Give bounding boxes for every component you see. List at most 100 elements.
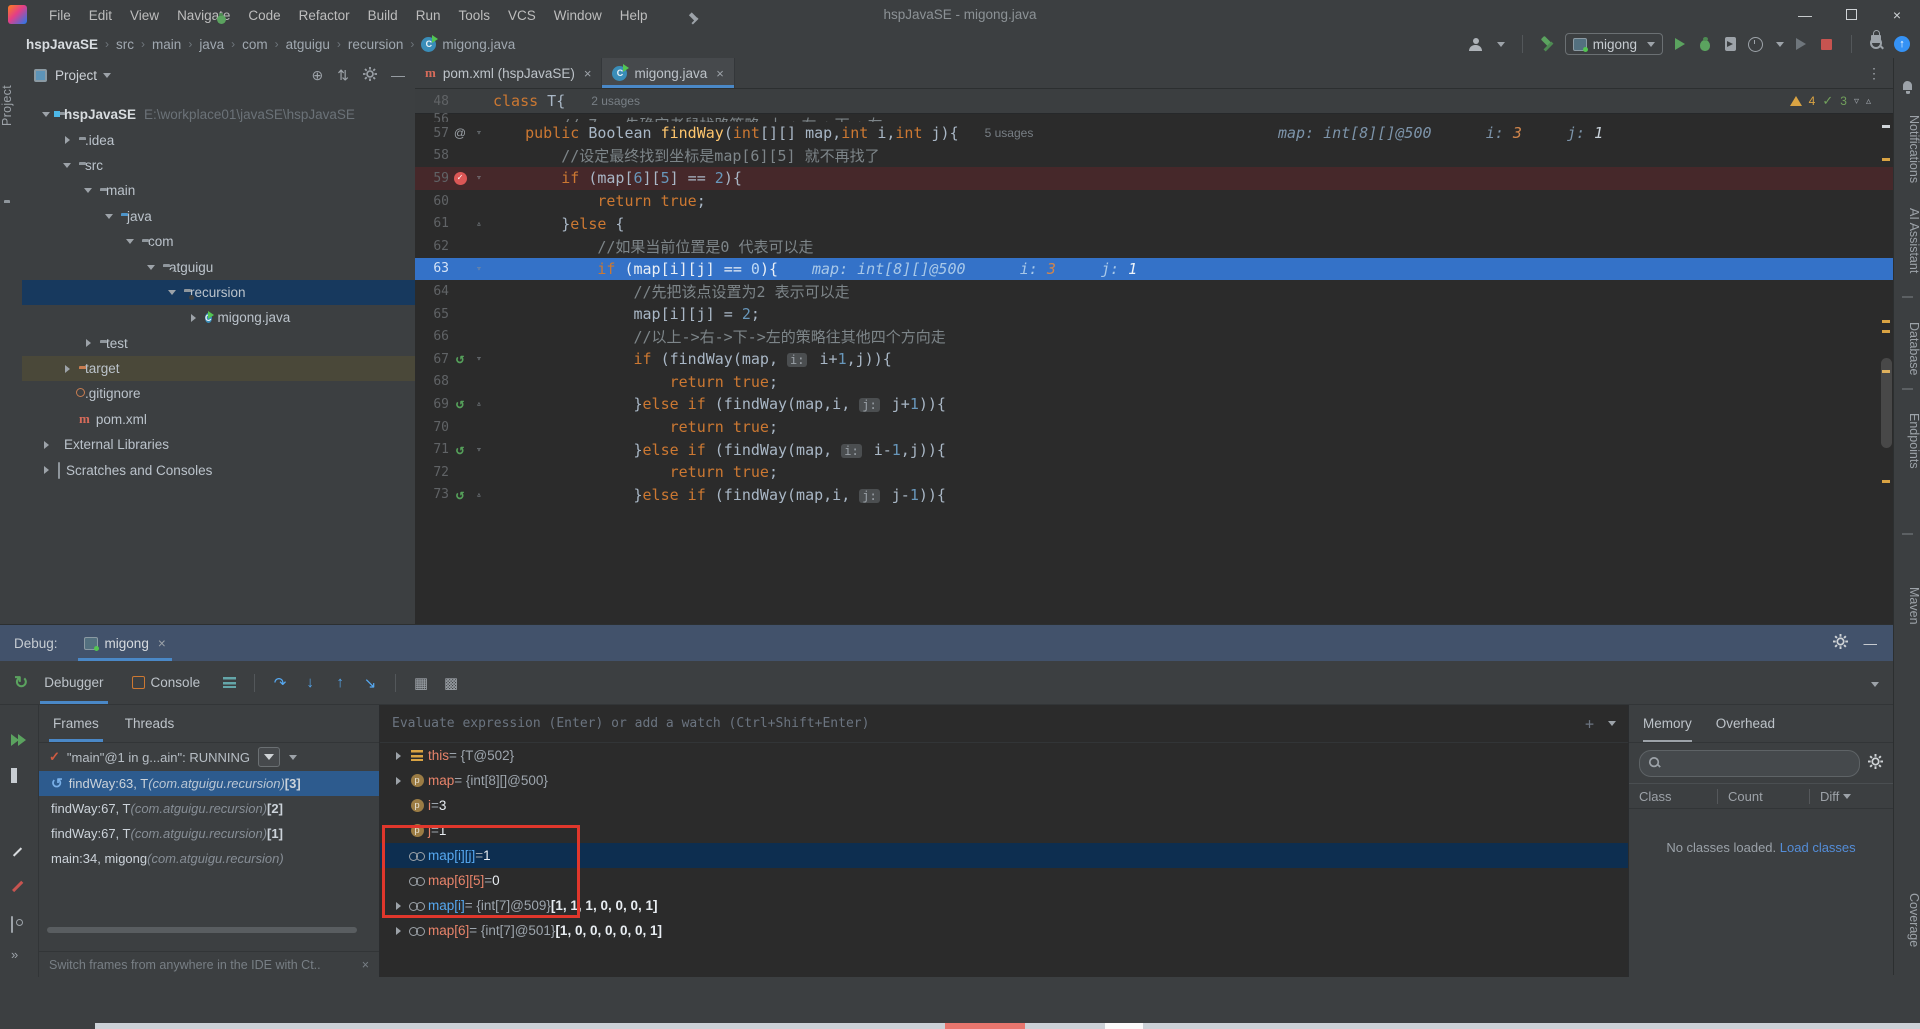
lock-icon[interactable] bbox=[1871, 35, 1881, 43]
hide-frames-filter-icon[interactable] bbox=[258, 747, 280, 767]
tool-button-project[interactable]: Project bbox=[0, 70, 22, 140]
hide-debug-panel-icon[interactable]: — bbox=[1864, 636, 1878, 651]
chevron-down-icon[interactable] bbox=[61, 163, 73, 168]
gutter[interactable]: 62 bbox=[415, 239, 489, 254]
ide-update-icon[interactable]: ↑ bbox=[1894, 36, 1910, 52]
column-diff[interactable]: Diff bbox=[1809, 789, 1893, 804]
tree-item-idea[interactable]: .idea bbox=[22, 127, 415, 152]
chevron-right-icon[interactable] bbox=[40, 441, 52, 449]
evaluate-expression-icon[interactable]: ▦ bbox=[408, 670, 434, 696]
tab-debugger[interactable]: Debugger bbox=[32, 661, 115, 704]
code-line-72[interactable]: 72 return true; bbox=[415, 461, 1893, 484]
gutter[interactable]: 66 bbox=[415, 329, 489, 344]
maximize-button[interactable] bbox=[1828, 0, 1874, 30]
tree-item-migongjava[interactable]: Cmigong.java bbox=[22, 305, 415, 330]
code-line-67[interactable]: 67↺▿ if (findWay(map, i: i+1,j)){ bbox=[415, 348, 1893, 371]
profiler-button[interactable] bbox=[1747, 36, 1763, 52]
code-line-56[interactable]: 56 // 7 : 先确定老鼠找路策略 上->右->下->左 bbox=[415, 112, 1893, 122]
memory-search-field[interactable] bbox=[1666, 755, 1851, 772]
fold-marker-icon[interactable]: ▿ bbox=[471, 264, 487, 274]
gutter[interactable]: 56 bbox=[415, 112, 489, 122]
build-hammer-icon[interactable] bbox=[1540, 36, 1556, 52]
gutter[interactable]: 57@▿ bbox=[415, 126, 489, 141]
tree-item-gitignore[interactable]: .gitignore bbox=[22, 381, 415, 406]
view-options-icon[interactable]: ▩ bbox=[438, 670, 464, 696]
breadcrumb-item[interactable]: atguigu bbox=[286, 37, 330, 52]
tool-button-endpoints[interactable]: Endpoints bbox=[1894, 398, 1920, 484]
menu-navigate[interactable]: Navigate bbox=[168, 8, 239, 23]
restore-layout-icon[interactable] bbox=[1867, 675, 1893, 690]
resume-button-disabled[interactable] bbox=[1793, 36, 1809, 52]
tree-item-main[interactable]: main bbox=[22, 178, 415, 203]
tree-item-java[interactable]: java bbox=[22, 204, 415, 229]
memory-table-header[interactable]: Class Count Diff bbox=[1629, 783, 1893, 809]
breakpoint-icon[interactable]: ✓ bbox=[449, 172, 471, 185]
user-dropdown-icon[interactable] bbox=[1497, 42, 1505, 47]
gutter[interactable]: 60 bbox=[415, 194, 489, 209]
code-line-61[interactable]: 61▵ }else { bbox=[415, 212, 1893, 235]
prev-problem-icon[interactable]: ▵ bbox=[1866, 96, 1871, 107]
frame-row[interactable]: findWay:67, T (com.atguigu.recursion) [2… bbox=[39, 796, 379, 821]
menu-code[interactable]: Code bbox=[239, 8, 289, 23]
editor-scrollbar[interactable] bbox=[1881, 358, 1892, 448]
menu-file[interactable]: File bbox=[40, 8, 80, 23]
chevron-down-icon[interactable] bbox=[145, 265, 157, 270]
tree-item-src[interactable]: src bbox=[22, 153, 415, 178]
run-to-cursor-icon[interactable]: ↘ bbox=[357, 670, 383, 696]
code-line-66[interactable]: 66 //以上->右->下->左的策略往其他四个方向走 bbox=[415, 325, 1893, 348]
menu-build[interactable]: Build bbox=[359, 8, 407, 23]
debug-button[interactable] bbox=[1697, 36, 1713, 52]
tree-item-ExternalLibraries[interactable]: External Libraries bbox=[22, 432, 415, 457]
sticky-line[interactable]: 48 class T{ 2 usages 4 ✓ 3 ▿ ▵ bbox=[415, 89, 1893, 114]
locate-file-icon[interactable]: ⊕ bbox=[312, 67, 324, 84]
gutter[interactable]: 71↺▿ bbox=[415, 442, 489, 458]
breadcrumb-item[interactable]: java bbox=[199, 37, 224, 52]
pause-program-icon[interactable] bbox=[11, 768, 17, 783]
gutter[interactable]: 69↺▵ bbox=[415, 396, 489, 412]
show-execution-point-icon[interactable]: ↷ bbox=[267, 670, 293, 696]
fold-marker-icon[interactable]: ▿ bbox=[471, 354, 487, 364]
sticky-usages[interactable]: 2 usages bbox=[591, 94, 640, 108]
error-stripe[interactable] bbox=[1879, 88, 1893, 624]
step-over-icon[interactable]: ↓ bbox=[297, 670, 323, 696]
menu-tools[interactable]: Tools bbox=[449, 8, 499, 23]
close-button[interactable]: × bbox=[1874, 0, 1920, 30]
menu-view[interactable]: View bbox=[121, 8, 168, 23]
tab-overhead[interactable]: Overhead bbox=[1716, 705, 1775, 742]
variable-row-map[interactable]: pmap = {int[8][]@500} bbox=[380, 768, 1628, 793]
breadcrumb-item[interactable]: hspJavaSE bbox=[26, 37, 98, 52]
code-line-68[interactable]: 68 return true; bbox=[415, 371, 1893, 394]
gutter[interactable]: 65 bbox=[415, 307, 489, 322]
tool-button-database[interactable]: Database bbox=[1894, 306, 1920, 392]
editor-tab-migongjava[interactable]: Cmigong.java× bbox=[602, 58, 734, 88]
profiler-dropdown-icon[interactable] bbox=[1776, 42, 1784, 47]
chevron-down-icon[interactable] bbox=[124, 239, 136, 244]
code-line-60[interactable]: 60 return true; bbox=[415, 190, 1893, 213]
chevron-right-icon[interactable] bbox=[390, 927, 406, 935]
memory-search-input[interactable] bbox=[1639, 750, 1860, 777]
frame-row[interactable]: main:34, migong (com.atguigu.recursion) bbox=[39, 846, 379, 871]
breadcrumb-item[interactable]: main bbox=[152, 37, 181, 52]
chevron-right-icon[interactable] bbox=[40, 466, 52, 474]
menu-help[interactable]: Help bbox=[611, 8, 657, 23]
thread-dropdown-icon[interactable] bbox=[289, 755, 297, 760]
code-line-69[interactable]: 69↺▵ }else if (findWay(map,i, j: j+1)){ bbox=[415, 393, 1893, 416]
user-account-icon[interactable] bbox=[1468, 36, 1484, 52]
chevron-down-icon[interactable] bbox=[166, 290, 178, 295]
code-line-63[interactable]: 63▿ if (map[i][j] == 0){map: int[8][]@50… bbox=[415, 258, 1893, 281]
expand-collapse-icon[interactable]: ⇅ bbox=[337, 67, 349, 84]
tree-item-target[interactable]: target bbox=[22, 356, 415, 381]
fold-marker-icon[interactable]: ▵ bbox=[471, 219, 487, 229]
menu-window[interactable]: Window bbox=[545, 8, 611, 23]
project-panel-title[interactable]: Project bbox=[55, 68, 97, 83]
project-view-dropdown-icon[interactable] bbox=[103, 73, 111, 78]
chevron-down-icon[interactable] bbox=[40, 112, 52, 117]
thread-dump-camera-icon[interactable] bbox=[11, 917, 13, 932]
tree-item-ScratchesandConsoles[interactable]: Scratches and Consoles bbox=[22, 457, 415, 482]
code-line-70[interactable]: 70 return true; bbox=[415, 416, 1893, 439]
breadcrumb-item[interactable]: com bbox=[242, 37, 268, 52]
close-tab-icon[interactable]: × bbox=[584, 66, 592, 81]
code-line-58[interactable]: 58 //设定最终找到坐标是map[6][5] 就不再找了 bbox=[415, 145, 1893, 168]
gutter[interactable]: 64 bbox=[415, 284, 489, 299]
fold-marker-icon[interactable]: ▿ bbox=[471, 445, 487, 455]
